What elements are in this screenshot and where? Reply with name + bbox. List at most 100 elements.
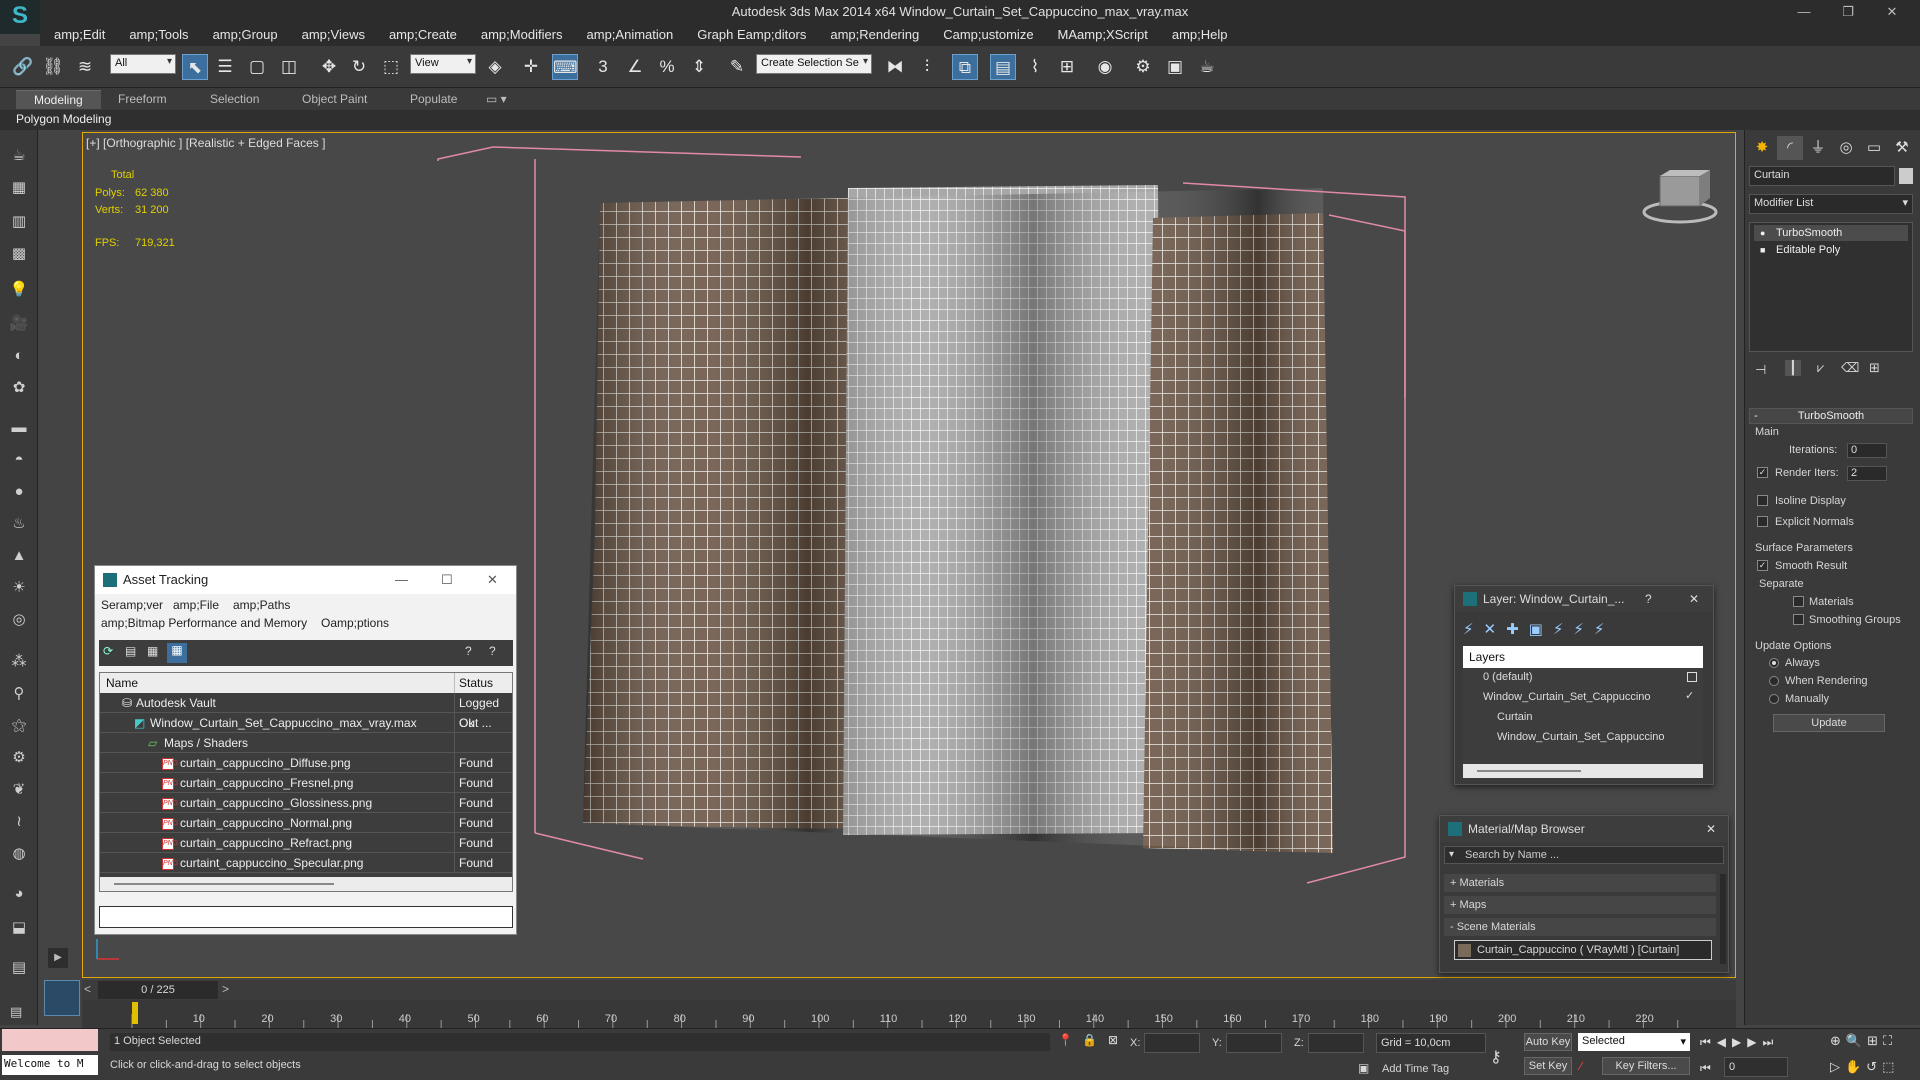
menu-customize[interactable]: Camp;ustomize	[931, 24, 1045, 46]
close-button[interactable]: ✕	[1878, 2, 1906, 22]
asset-tracking-titlebar[interactable]: Asset Tracking — ☐ ✕	[95, 566, 516, 594]
grid-icon[interactable]: ▩	[7, 242, 31, 266]
time-slider-frame[interactable]: 0 / 225	[98, 981, 218, 999]
motion-tab-icon[interactable]: ◎	[1833, 136, 1859, 160]
section-materials[interactable]: + Materials	[1444, 874, 1716, 892]
plant-icon[interactable]: ❦	[7, 778, 31, 802]
layer-item-default[interactable]: 0 (default)	[1483, 671, 1533, 683]
timeline-track[interactable]: 10 20 30 40 50 60 70 80 90 100 110 120 130 140 150 160 1…	[10, 1000, 1736, 1028]
key-tangent-icon[interactable]: ∕	[1580, 1059, 1582, 1073]
current-frame-field[interactable]: 0	[1724, 1057, 1788, 1077]
help-context-icon[interactable]: ?	[489, 644, 496, 658]
iterations-spinner[interactable]: 0	[1847, 443, 1887, 458]
render-iters-checkbox[interactable]: ✓	[1757, 467, 1768, 478]
box-icon[interactable]: ▦	[7, 176, 31, 200]
render-icon[interactable]: ⬓	[7, 916, 31, 940]
snaps-toggle-icon[interactable]: 3	[590, 54, 616, 80]
table-row[interactable]: PNG curtain_cappuccino_Glossiness.png Foun…	[100, 793, 512, 813]
layer-object-curtain[interactable]: Curtain	[1497, 711, 1532, 723]
column-status-header[interactable]: Status	[454, 673, 493, 693]
help-icon[interactable]: ?	[465, 644, 472, 658]
bone-icon[interactable]: ⚲	[7, 682, 31, 706]
maxscript-mini-listener[interactable]: Welcome to M	[2, 1055, 98, 1075]
next-frame-arrow-icon[interactable]: >	[222, 982, 229, 996]
asset-menu-bitmap-performance[interactable]: amp;Bitmap Performance and Memory	[101, 616, 307, 630]
layer-close-button[interactable]: ✕	[1689, 586, 1699, 612]
tab-modeling[interactable]: Modeling	[16, 90, 101, 109]
menu-modifiers[interactable]: amp;Modifiers	[469, 24, 575, 46]
key-mode-dropdown[interactable]: Selected ▾	[1578, 1033, 1690, 1051]
make-unique-icon[interactable]: ⩗	[1817, 360, 1824, 376]
camera-icon[interactable]: 🎥	[7, 312, 31, 336]
hierarchy-icon[interactable]: ▥	[7, 210, 31, 234]
viewport-nav-icons-2[interactable]: ▷✋↺⬚	[1830, 1059, 1899, 1075]
percent-snap-icon[interactable]: %	[654, 54, 680, 80]
layer-toolbar-icons[interactable]: ⚡✕✚▣⚡⚡⚡	[1463, 620, 1614, 638]
hierarchy-tab-icon[interactable]: ⏚	[1805, 136, 1831, 160]
layers-scrollbar[interactable]	[1477, 770, 1581, 772]
table-row[interactable]: ◩ Window_Curtain_Set_Cappuccino_max_vray.…	[100, 713, 512, 733]
turbosmooth-rollout-header[interactable]: - TurboSmooth	[1749, 408, 1913, 424]
sun-icon[interactable]: ☀	[7, 576, 31, 600]
smoothing-groups-checkbox[interactable]	[1793, 614, 1804, 625]
y-coordinate-field[interactable]	[1226, 1033, 1282, 1053]
show-end-result-icon[interactable]: ┃	[1785, 360, 1801, 376]
reference-coordinate-dropdown[interactable]: View ▾	[410, 54, 476, 74]
ribbon-options-icon[interactable]: ▭ ▾	[480, 90, 513, 109]
select-object-icon[interactable]: ⬉	[182, 54, 208, 80]
matbrowser-close-button[interactable]: ✕	[1706, 816, 1716, 842]
align-icon[interactable]: ⫶	[914, 54, 940, 80]
layer-object-window-curtain[interactable]: Window_Curtain_Set_Cappuccino	[1497, 731, 1665, 743]
table-row[interactable]: PNG curtain_cappuccino_Refract.png Found	[100, 833, 512, 853]
named-selection-set-dropdown[interactable]: Create Selection Se ▾	[756, 54, 872, 74]
separate-materials-checkbox[interactable]	[1793, 596, 1804, 607]
display-tab-icon[interactable]: ▭	[1861, 136, 1887, 160]
window-crossing-icon[interactable]: ◫	[276, 54, 302, 80]
asset-minimize-button[interactable]: —	[395, 566, 408, 594]
time-slider[interactable]: < 0 / 225 >	[82, 980, 1736, 1000]
curve-editor-icon[interactable]: ⌇	[1022, 54, 1048, 80]
auto-key-button[interactable]: Auto Key	[1524, 1033, 1572, 1051]
teapot-shape-icon[interactable]: ♨	[7, 512, 31, 536]
table-row[interactable]: PNG curtain_cappuccino_Normal.png Found	[100, 813, 512, 833]
layer-item-window-curtain[interactable]: Window_Curtain_Set_Cappuccino	[1483, 691, 1651, 703]
maxscript-listener-icon[interactable]: ▤	[7, 956, 31, 980]
layer-help-button[interactable]: ?	[1645, 586, 1652, 612]
texture-icon[interactable]: ◍	[7, 842, 31, 866]
rotate-icon[interactable]: ↻	[346, 54, 372, 80]
playback-controls[interactable]: ⏮◀▶▶⏭	[1700, 1035, 1779, 1050]
edit-named-selection-icon[interactable]: ✎	[724, 54, 750, 80]
biped-icon[interactable]: ⚝	[7, 714, 31, 738]
menu-animation[interactable]: amp;Animation	[575, 24, 686, 46]
render-setup-icon[interactable]: ⚙	[1130, 54, 1156, 80]
tab-populate[interactable]: Populate	[392, 90, 475, 109]
modifier-list-dropdown[interactable]: Modifier List ▾	[1749, 194, 1913, 214]
tree-view-icon[interactable]: ▦	[147, 644, 158, 658]
hair-icon[interactable]: ≀	[7, 810, 31, 834]
scene-explorer-icon[interactable]: ▤	[990, 54, 1016, 80]
tab-object-paint[interactable]: Object Paint	[284, 90, 385, 109]
x-coordinate-field[interactable]	[1144, 1033, 1200, 1053]
asset-maximize-button[interactable]: ☐	[441, 566, 453, 594]
z-coordinate-field[interactable]	[1308, 1033, 1364, 1053]
expand-plus-icon[interactable]: ■	[1760, 242, 1765, 258]
tab-freeform[interactable]: Freeform	[100, 90, 185, 109]
update-when-rendering-radio[interactable]	[1769, 676, 1779, 686]
menu-group[interactable]: amp;Group	[201, 24, 290, 46]
dummy-icon[interactable]: ✿	[7, 376, 31, 400]
rendered-frame-window-icon[interactable]: ▣	[1162, 54, 1188, 80]
smooth-result-checkbox[interactable]: ✓	[1757, 560, 1768, 571]
minimize-button[interactable]: —	[1790, 2, 1818, 22]
keyboard-shortcut-icon[interactable]: ⌨	[552, 54, 578, 80]
link-icon[interactable]: 🔗	[10, 54, 36, 80]
teapot-icon[interactable]: ☕	[7, 144, 31, 168]
create-tab-icon[interactable]: ✸	[1749, 136, 1775, 160]
section-scene-materials[interactable]: - Scene Materials	[1444, 918, 1716, 936]
table-row[interactable]: PNG curtaint_cappuccino_Specular.png Found	[100, 853, 512, 873]
plane-icon[interactable]: ▬	[7, 416, 31, 440]
mirror-icon[interactable]: ⧓	[882, 54, 908, 80]
current-frame-marker[interactable]	[132, 1002, 138, 1024]
modify-tab-icon[interactable]: ◜	[1777, 136, 1803, 160]
render-iters-spinner[interactable]: 2	[1847, 466, 1887, 481]
viewport-label[interactable]: [+] [Orthographic ] [Realistic + Edged F…	[86, 136, 325, 150]
